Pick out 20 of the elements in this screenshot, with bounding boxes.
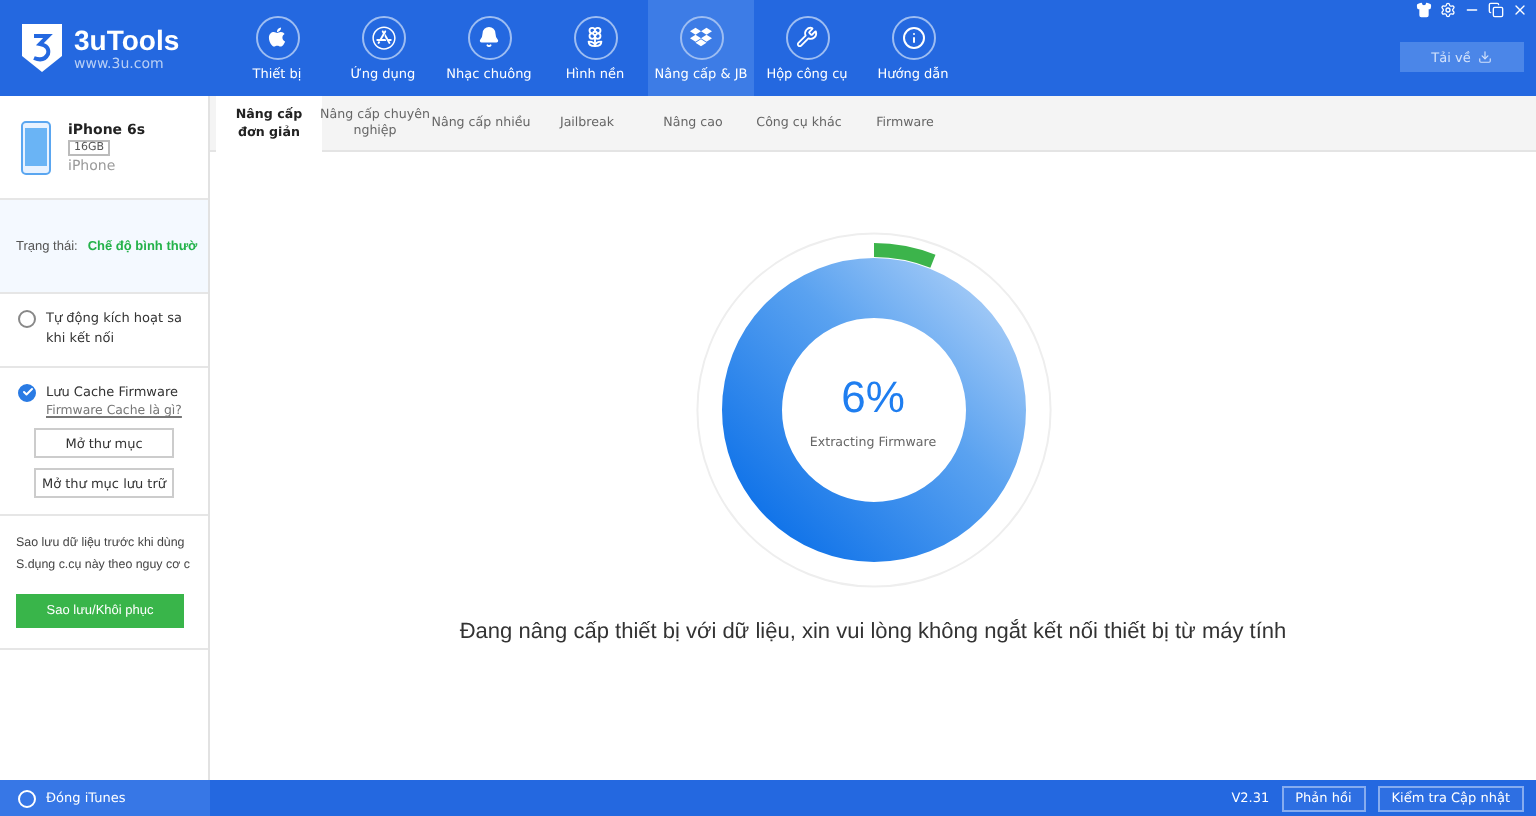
progress-percent: 6%	[841, 371, 905, 423]
logo-icon	[20, 22, 64, 74]
apple-icon	[266, 26, 288, 48]
wrench-icon	[796, 26, 818, 48]
bell-icon	[478, 26, 500, 48]
info-icon	[901, 25, 925, 49]
app-store-icon	[371, 25, 395, 49]
download-icon	[1478, 50, 1493, 64]
circle-icon	[18, 789, 36, 807]
box-icon	[690, 26, 712, 48]
shirt-icon[interactable]	[1416, 2, 1432, 18]
app-name: 3uTools	[74, 24, 180, 56]
close-icon[interactable]	[1512, 2, 1528, 18]
radio-button[interactable]	[18, 310, 36, 328]
flower-icon	[584, 26, 606, 48]
restore-icon[interactable]	[1488, 2, 1504, 18]
checkbox[interactable]	[18, 383, 36, 401]
settings-icon[interactable]	[1440, 2, 1456, 18]
phone-icon	[20, 119, 52, 175]
status-message: Đang nâng cấp thiết bị với dữ liệu, xin vui lòng không ngắt kết nối thiết bị từ máy tính	[459, 620, 1287, 644]
